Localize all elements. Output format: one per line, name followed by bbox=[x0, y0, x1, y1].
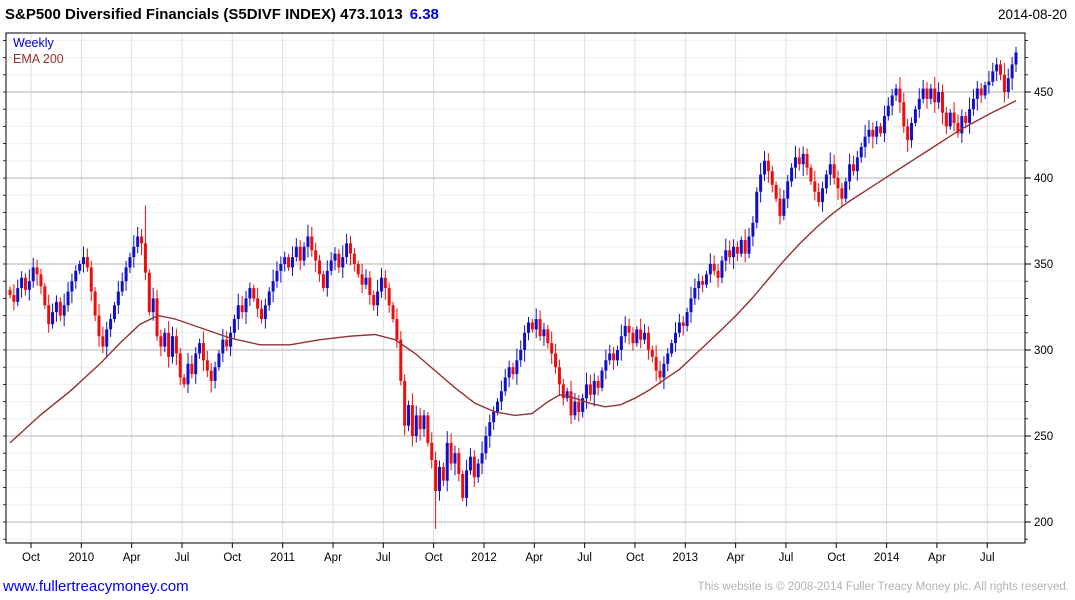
svg-text:Jul: Jul bbox=[376, 552, 391, 564]
svg-text:Oct: Oct bbox=[223, 552, 242, 564]
legend-series-label: Weekly bbox=[13, 36, 54, 50]
svg-text:200: 200 bbox=[1034, 517, 1053, 529]
svg-text:Apr: Apr bbox=[928, 552, 946, 564]
svg-text:Oct: Oct bbox=[425, 552, 444, 564]
svg-text:Jul: Jul bbox=[779, 552, 794, 564]
svg-text:Oct: Oct bbox=[827, 552, 846, 564]
svg-text:350: 350 bbox=[1034, 259, 1053, 271]
svg-text:450: 450 bbox=[1034, 87, 1053, 99]
chart-window: S&P500 Diversified Financials (S5DIVF IN… bbox=[0, 0, 1075, 600]
svg-text:2014: 2014 bbox=[874, 552, 900, 564]
price-chart: 450 400 350 300 250 200 Oct 2010 Apr Jul Oct 2011 Ap… bbox=[3, 32, 1053, 564]
svg-text:Apr: Apr bbox=[324, 552, 342, 564]
legend-ema-label: EMA 200 bbox=[13, 52, 64, 66]
svg-text:Jul: Jul bbox=[175, 552, 190, 564]
svg-text:300: 300 bbox=[1034, 345, 1053, 357]
copyright-text: This website is © 2008-2014 Fuller Treac… bbox=[697, 581, 1069, 593]
svg-text:Oct: Oct bbox=[22, 552, 41, 564]
svg-text:2010: 2010 bbox=[69, 552, 95, 564]
svg-text:Apr: Apr bbox=[123, 552, 141, 564]
chart-legend: Weekly EMA 200 bbox=[13, 35, 64, 67]
svg-text:400: 400 bbox=[1034, 173, 1053, 185]
svg-text:Jul: Jul bbox=[577, 552, 592, 564]
svg-text:250: 250 bbox=[1034, 431, 1053, 443]
svg-text:2013: 2013 bbox=[672, 552, 698, 564]
svg-text:2011: 2011 bbox=[270, 552, 295, 564]
svg-text:Apr: Apr bbox=[525, 552, 543, 564]
website-link[interactable]: www.fullertreacymoney.com bbox=[3, 578, 189, 595]
svg-text:Apr: Apr bbox=[727, 552, 745, 564]
svg-text:2012: 2012 bbox=[471, 552, 497, 564]
svg-text:Oct: Oct bbox=[626, 552, 645, 564]
svg-text:Jul: Jul bbox=[980, 552, 995, 564]
